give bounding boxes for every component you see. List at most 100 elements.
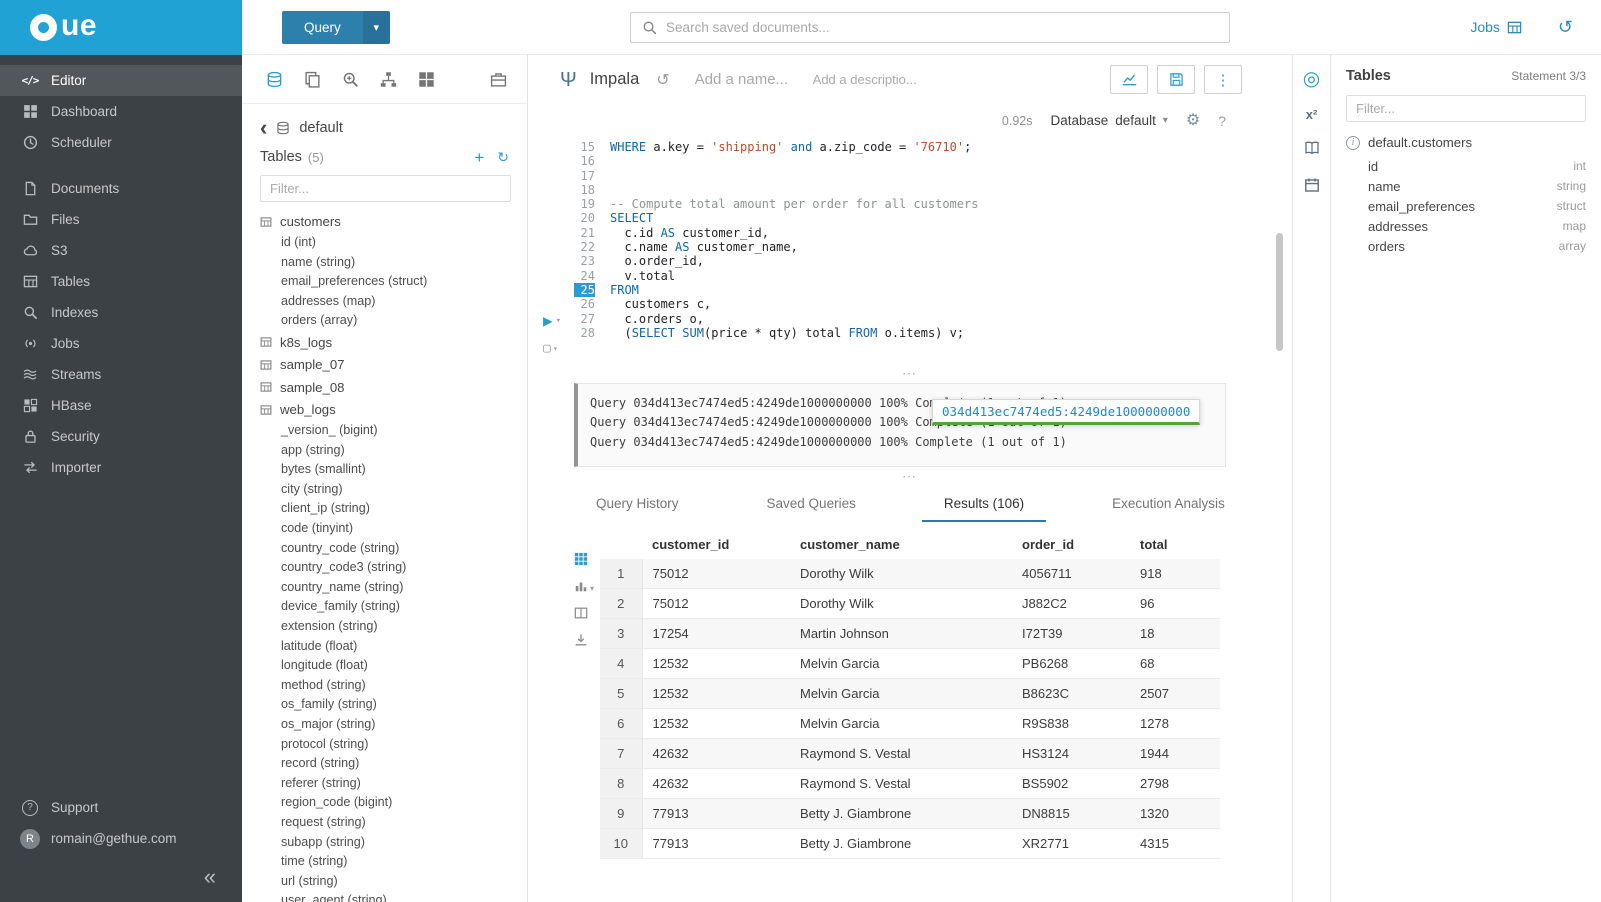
results-column-header[interactable]: order_id xyxy=(1012,530,1130,559)
chart-settings-button[interactable] xyxy=(1110,65,1148,94)
table-item-sample-07[interactable]: sample_07 xyxy=(260,354,527,377)
query-history-icon[interactable]: ↺ xyxy=(1558,18,1573,36)
functions-icon[interactable]: x² xyxy=(1306,108,1318,121)
results-column-header[interactable]: total xyxy=(1130,530,1220,559)
editor-scrollbar[interactable] xyxy=(1276,233,1283,351)
code-line[interactable] xyxy=(610,169,1292,183)
column-item[interactable]: country_code3 (string) xyxy=(260,558,527,578)
global-search[interactable] xyxy=(630,12,1230,43)
code-line[interactable]: v.total xyxy=(610,269,1292,283)
column-item[interactable]: email_preferences (struct) xyxy=(260,272,527,292)
databases-icon[interactable] xyxy=(266,71,283,88)
results-row[interactable]: 412532Melvin GarciaPB626868 xyxy=(600,648,1220,678)
save-query-button[interactable] xyxy=(1157,65,1195,94)
grid-view-icon[interactable] xyxy=(574,552,600,566)
column-item[interactable]: client_ip (string) xyxy=(260,499,527,519)
apps-grid-icon[interactable] xyxy=(418,71,435,88)
column-item[interactable]: latitude (float) xyxy=(260,637,527,657)
execute-button[interactable]: ▶ ▾ xyxy=(543,313,561,329)
code-line[interactable]: FROM xyxy=(610,283,1292,297)
query-description-input[interactable] xyxy=(813,72,943,87)
sidebar-item-dashboard[interactable]: Dashboard xyxy=(0,96,242,127)
column-item[interactable]: protocol (string) xyxy=(260,735,527,755)
zoom-in-icon[interactable] xyxy=(342,71,359,88)
table-item-web-logs[interactable]: web_logs xyxy=(260,399,527,422)
table-item-customers[interactable]: customers xyxy=(260,211,527,234)
assist-column-email-preferences[interactable]: email_preferencesstruct xyxy=(1346,196,1586,216)
editor-code[interactable]: WHERE a.key = 'shipping' and a.zip_code … xyxy=(602,137,1292,365)
column-item[interactable]: longitude (float) xyxy=(260,656,527,676)
column-item[interactable]: _version_ (bigint) xyxy=(260,421,527,441)
column-item[interactable]: os_major (string) xyxy=(260,715,527,735)
column-item[interactable]: request (string) xyxy=(260,813,527,833)
results-column-header[interactable]: customer_name xyxy=(790,530,1012,559)
editor-settings-icon[interactable]: ⚙ xyxy=(1186,113,1200,129)
execute-options-caret[interactable]: ▾ xyxy=(556,316,561,326)
schedule-icon[interactable] xyxy=(1304,177,1320,195)
results-row[interactable]: 977913Betty J. GiambroneDN88151320 xyxy=(600,798,1220,828)
assist-toggle-icon[interactable]: ◎ xyxy=(1303,69,1320,89)
code-line[interactable] xyxy=(610,154,1292,168)
tab-execution-analysis[interactable]: Execution Analysis xyxy=(1090,485,1247,522)
columns-view-icon[interactable] xyxy=(574,606,600,620)
code-line[interactable]: c.orders o, xyxy=(610,312,1292,326)
info-icon[interactable]: i xyxy=(1346,136,1360,150)
code-line[interactable]: SELECT xyxy=(610,211,1292,225)
sidebar-item-scheduler[interactable]: Scheduler xyxy=(0,127,242,158)
chart-view-icon[interactable]: ▾ xyxy=(574,579,600,593)
code-line[interactable]: WHERE a.key = 'shipping' and a.zip_code … xyxy=(610,140,1292,154)
snippet-history-icon[interactable]: ↺ xyxy=(656,70,669,90)
code-line[interactable]: c.name AS customer_name, xyxy=(610,240,1292,254)
code-line[interactable] xyxy=(610,183,1292,197)
database-selector-value[interactable]: default xyxy=(1115,113,1156,128)
results-row[interactable]: 612532Melvin GarciaR9S8381278 xyxy=(600,708,1220,738)
assist-column-addresses[interactable]: addressesmap xyxy=(1346,216,1586,236)
query-name-input[interactable] xyxy=(695,71,800,88)
refresh-tables-icon[interactable]: ↻ xyxy=(497,150,509,164)
briefcase-icon[interactable] xyxy=(490,71,507,88)
sidebar-item-support[interactable]: ? Support xyxy=(0,792,242,823)
column-item[interactable]: region_code (bigint) xyxy=(260,793,527,813)
sidebar-item-streams[interactable]: Streams xyxy=(0,359,242,390)
tab-query-history[interactable]: Query History xyxy=(574,485,701,522)
add-table-icon[interactable]: + xyxy=(474,149,484,166)
resize-handle-icon[interactable] xyxy=(528,469,1292,485)
jobs-link[interactable]: Jobs xyxy=(1470,19,1522,35)
results-row[interactable]: 317254Martin JohnsonI72T3918 xyxy=(600,618,1220,648)
collapse-sidebar-icon[interactable]: « xyxy=(204,866,216,888)
back-chevron-icon[interactable]: ‹ xyxy=(260,119,267,137)
column-item[interactable]: extension (string) xyxy=(260,617,527,637)
column-item[interactable]: code (tinyint) xyxy=(260,519,527,539)
results-row[interactable]: 512532Melvin GarciaB8623C2507 xyxy=(600,678,1220,708)
column-item[interactable]: subapp (string) xyxy=(260,833,527,853)
column-item[interactable]: addresses (map) xyxy=(260,292,527,312)
code-line[interactable]: customers c, xyxy=(610,297,1292,311)
active-table-item[interactable]: i default.customers xyxy=(1346,135,1586,150)
column-item[interactable]: city (string) xyxy=(260,480,527,500)
column-item[interactable]: name (string) xyxy=(260,253,527,273)
table-item-k8s-logs[interactable]: k8s_logs xyxy=(260,331,527,354)
help-icon[interactable]: ? xyxy=(1218,113,1226,129)
code-line[interactable]: o.order_id, xyxy=(610,254,1292,268)
database-selector[interactable]: Database default ▾ xyxy=(1050,113,1167,128)
resize-handle-icon[interactable] xyxy=(528,365,1292,381)
results-row[interactable]: 1077913Betty J. GiambroneXR27714315 xyxy=(600,828,1220,858)
more-actions-button[interactable]: ⋮ xyxy=(1204,65,1242,94)
snippet-settings-button[interactable]: ▢▾ xyxy=(543,341,558,356)
sidebar-item-s3[interactable]: S3 xyxy=(0,235,242,266)
search-input[interactable] xyxy=(666,20,1218,35)
sidebar-item-hbase[interactable]: HBase xyxy=(0,390,242,421)
sidebar-item-user[interactable]: R romain@gethue.com xyxy=(0,823,242,854)
database-name[interactable]: default xyxy=(299,120,343,136)
assist-column-orders[interactable]: ordersarray xyxy=(1346,236,1586,256)
column-item[interactable]: method (string) xyxy=(260,676,527,696)
sidebar-item-tables[interactable]: Tables xyxy=(0,266,242,297)
column-item[interactable]: id (int) xyxy=(260,233,527,253)
sitemap-icon[interactable] xyxy=(380,71,397,88)
results-row[interactable]: 175012Dorothy Wilk4056711918 xyxy=(600,559,1220,589)
sidebar-item-security[interactable]: Security xyxy=(0,421,242,452)
results-column-header[interactable]: customer_id xyxy=(642,530,790,559)
column-item[interactable]: orders (array) xyxy=(260,311,527,331)
column-item[interactable]: os_family (string) xyxy=(260,695,527,715)
column-item[interactable]: app (string) xyxy=(260,441,527,461)
